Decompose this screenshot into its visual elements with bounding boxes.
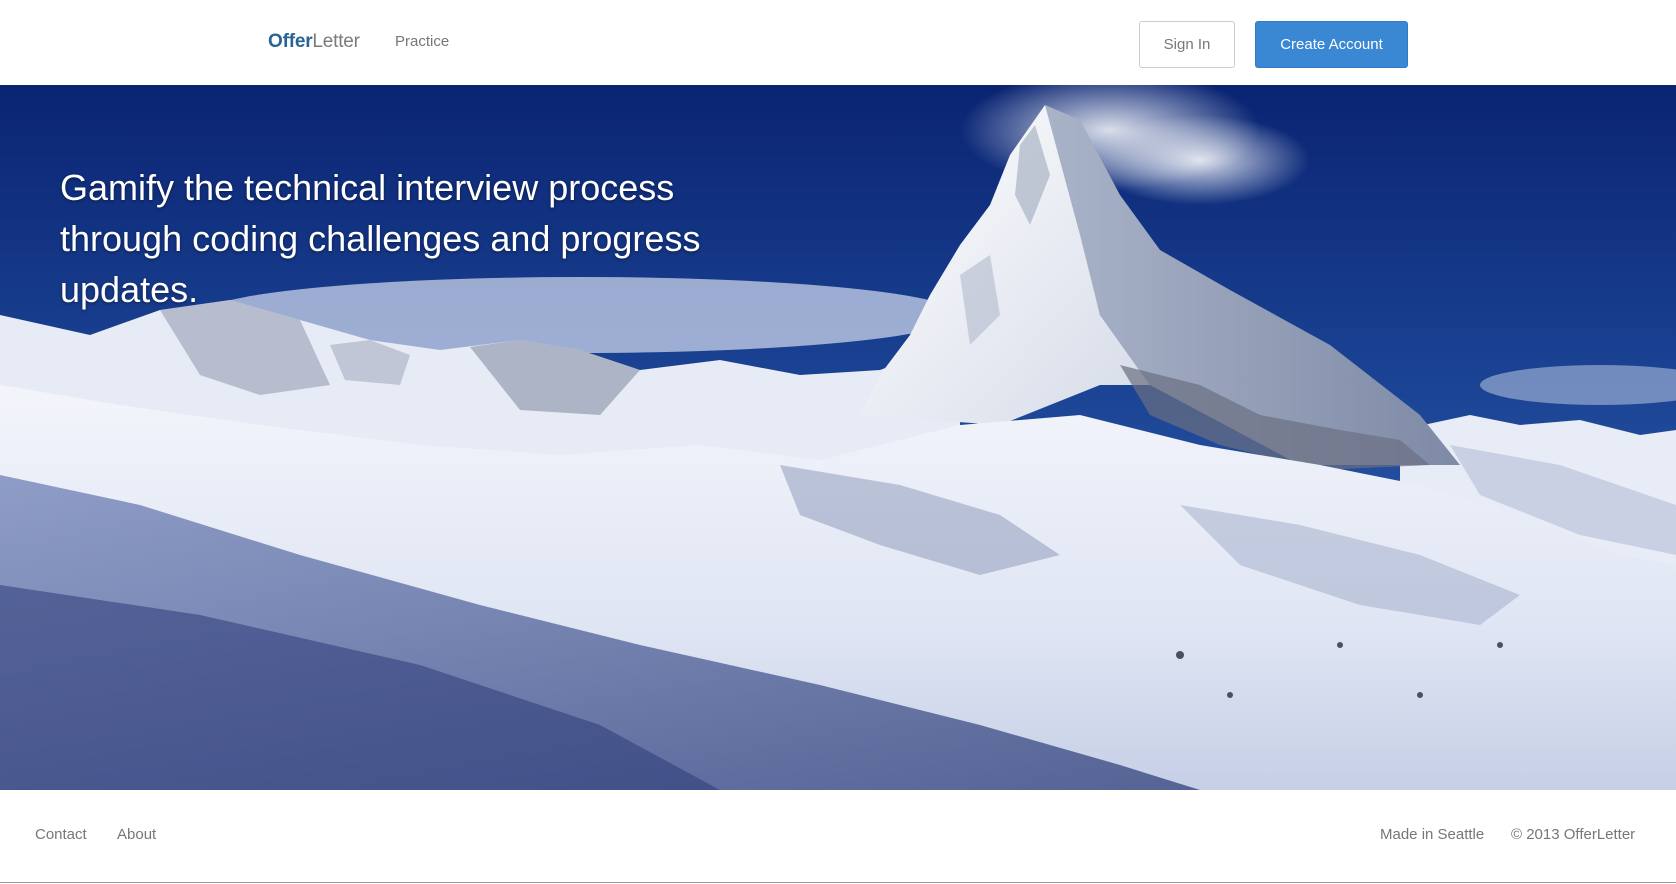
top-navbar: OfferLetter Practice Sign In Create Acco…: [0, 0, 1676, 85]
brand-name-offer: Offer: [268, 31, 313, 52]
page-footer: Contact About Made in Seattle © 2013 Off…: [0, 790, 1676, 884]
brand-name-letter: Letter: [312, 31, 360, 52]
footer-contact-link[interactable]: Contact: [35, 826, 87, 844]
hero-headline: Gamify the technical interview process t…: [60, 167, 701, 310]
footer-made-in-text: Made in Seattle: [1380, 826, 1485, 843]
hero-banner: Gamify the technical interview process t…: [0, 85, 1676, 790]
footer-divider: [0, 882, 1676, 883]
footer-copyright-text: © 2013 OfferLetter: [1511, 826, 1636, 843]
create-account-button[interactable]: Create Account: [1255, 21, 1408, 68]
nav-practice-link[interactable]: Practice: [395, 33, 449, 51]
sign-in-button[interactable]: Sign In: [1139, 21, 1235, 68]
footer-about-link[interactable]: About: [117, 826, 156, 844]
brand-logo-link[interactable]: OfferLetter: [268, 31, 360, 53]
